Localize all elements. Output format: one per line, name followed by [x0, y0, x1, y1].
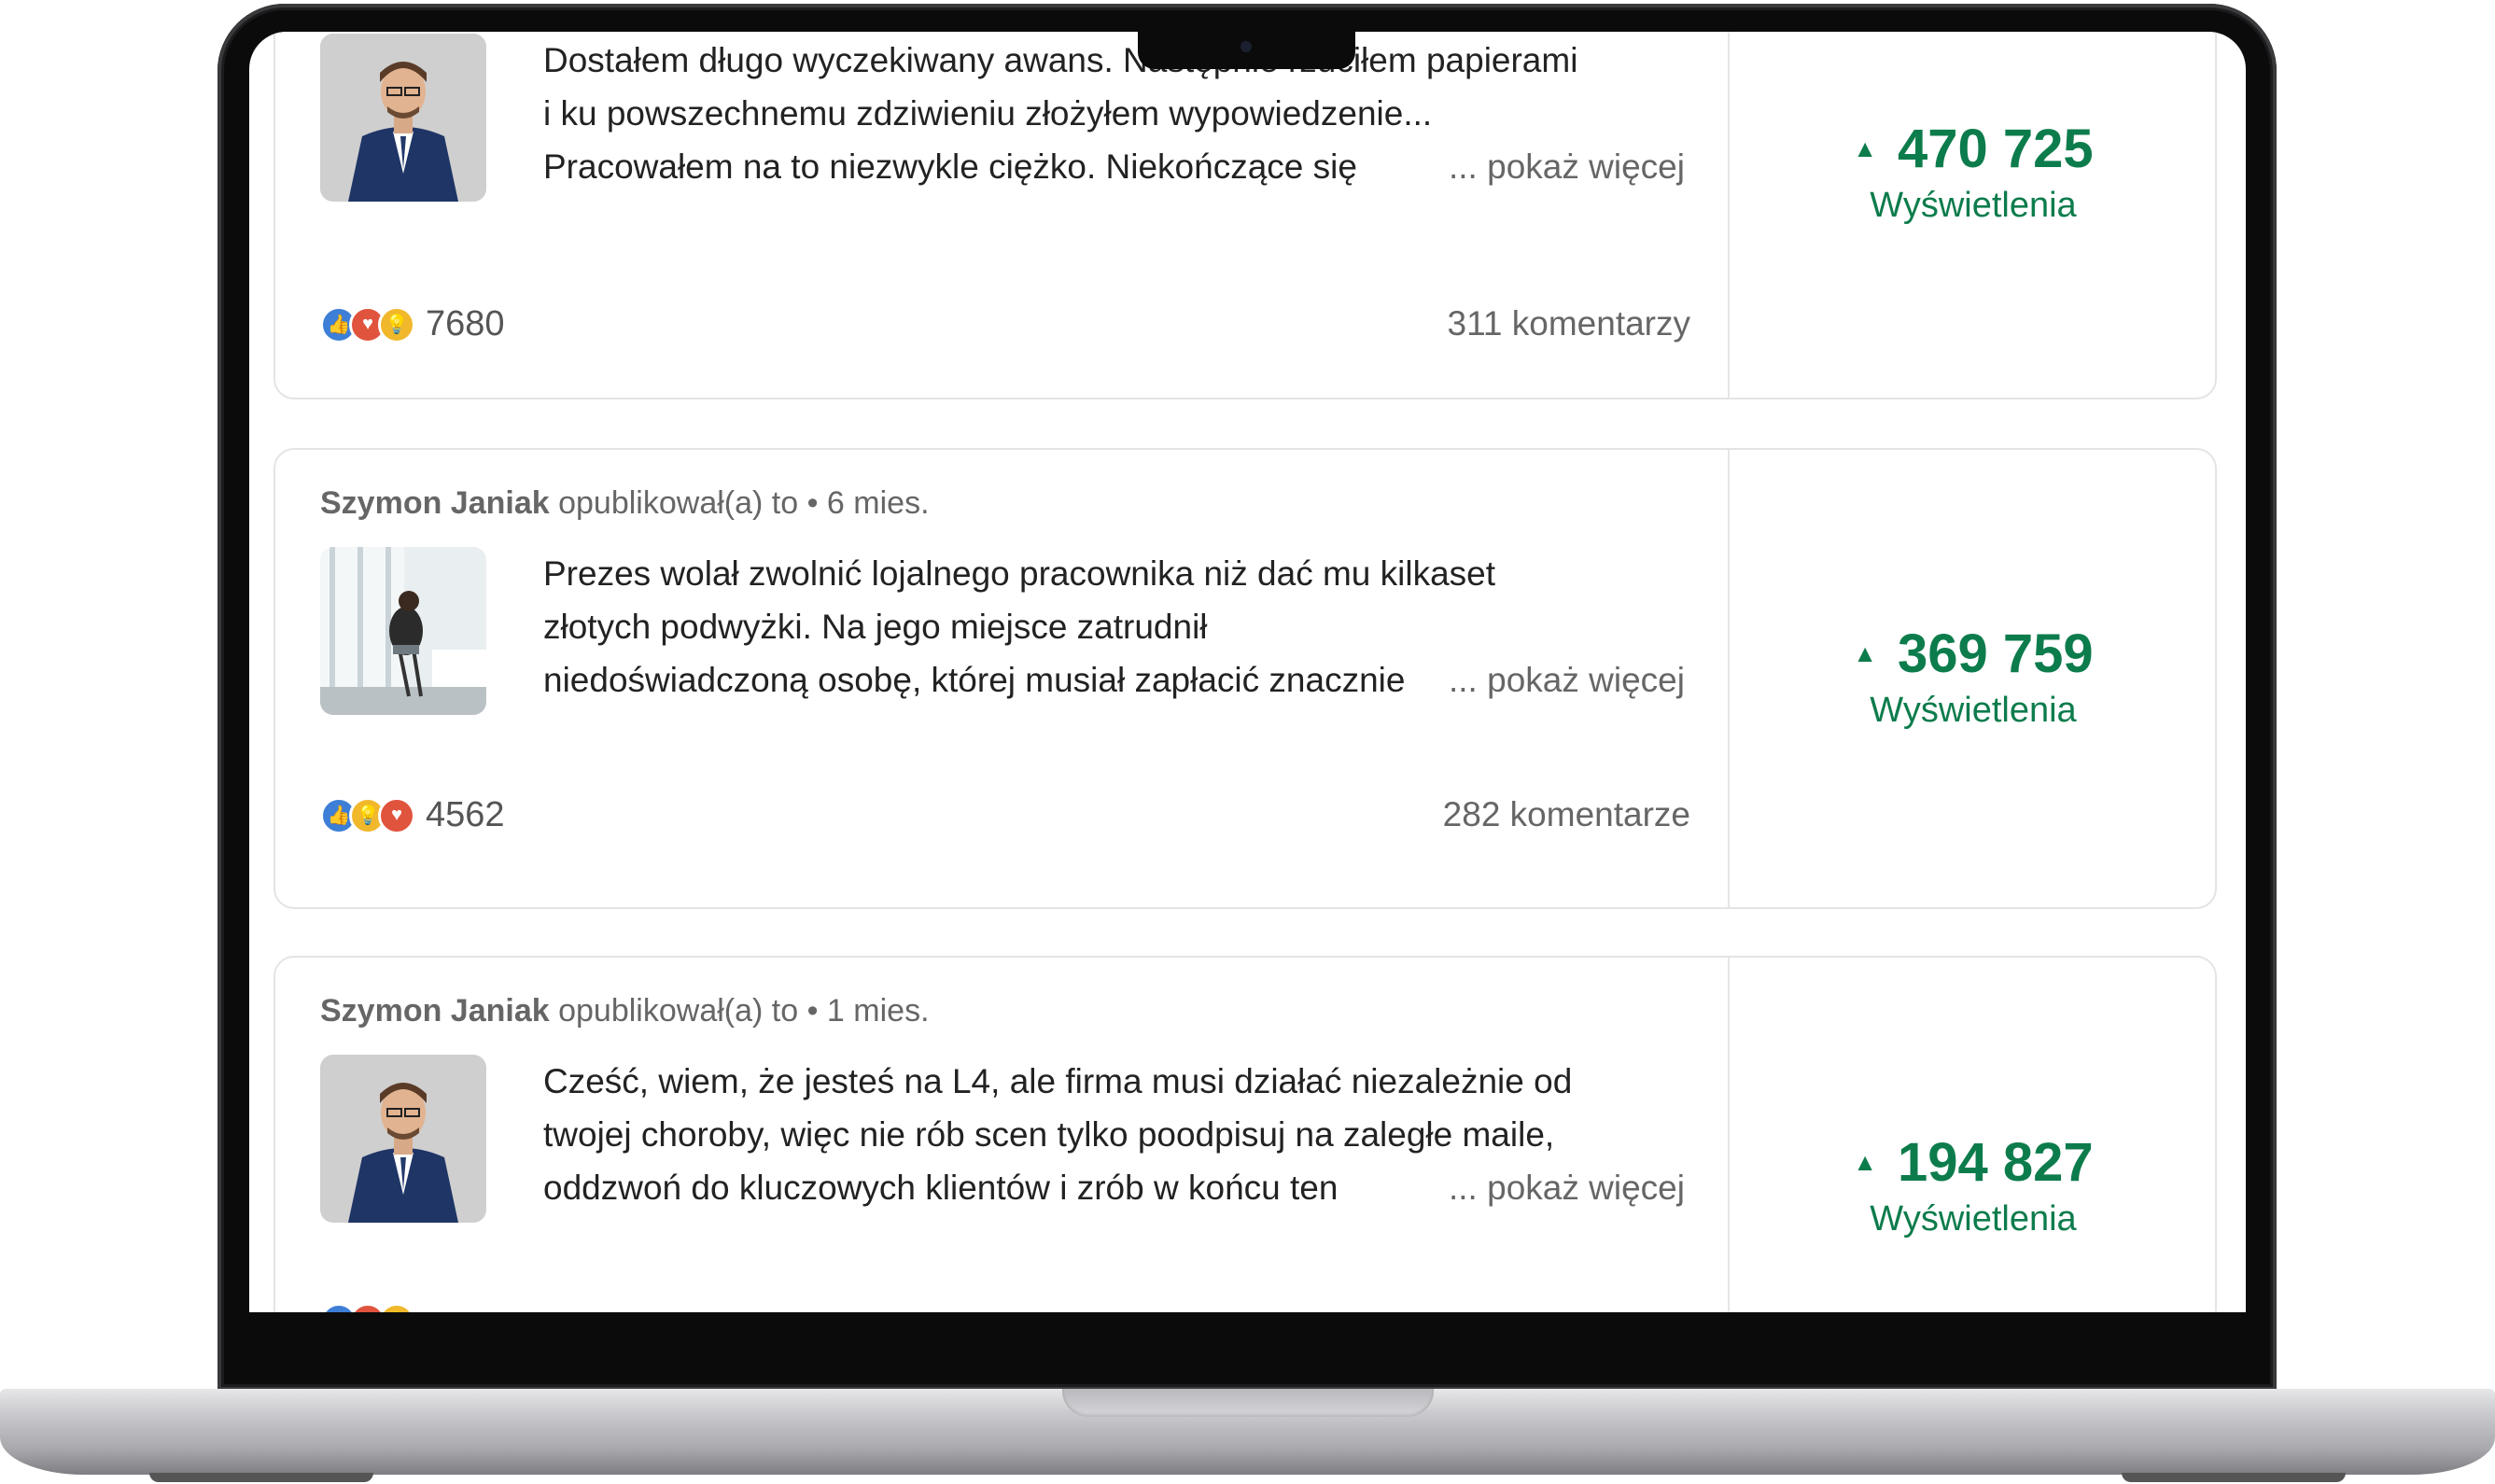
laptop-opening-groove — [1062, 1389, 1434, 1417]
woman-by-window-photo-icon — [320, 547, 486, 715]
show-more-link[interactable]: ... pokaż więcej — [1449, 653, 1685, 707]
camera-icon — [1240, 41, 1252, 52]
reaction-icons: 👍 ♥ 💡 — [320, 305, 415, 343]
views-stats: ▲ 194 827 Wyświetlenia — [1730, 1131, 2217, 1239]
laptop-screen: Dostałem długo wyczekiwany awans. Następ… — [249, 32, 2246, 1312]
post-text: Dostałem długo wyczekiwany awans. Następ… — [543, 34, 1710, 193]
post-meta-suffix: opublikował(a) to • 6 mies. — [558, 485, 930, 521]
post-text-line: niedoświadczoną osobę, której musiał zap… — [543, 661, 1406, 699]
views-stats: ▲ 470 725 Wyświetlenia — [1730, 118, 2217, 226]
post-text-line: Cześć, wiem, że jesteś na L4, ale firma … — [543, 1062, 1573, 1100]
post-meta: Szymon Janiak opublikował(a) to • 6 mies… — [320, 485, 930, 522]
post-text-line: twojej choroby, więc nie rób scen tylko … — [543, 1115, 1555, 1154]
post-text-last-line: oddzwoń do kluczowych klientów i zrób w … — [543, 1161, 1710, 1214]
author-name[interactable]: Szymon Janiak — [320, 993, 550, 1029]
views-value: 369 759 — [1898, 623, 2094, 684]
laptop-foot — [149, 1473, 373, 1482]
reaction-icons: 👍 ♥ 💡 — [320, 1303, 415, 1312]
author-name[interactable]: Szymon Janiak — [320, 485, 550, 521]
views-number: ▲ 194 827 — [1730, 1131, 2217, 1194]
views-stats: ▲ 369 759 Wyświetlenia — [1730, 623, 2217, 731]
views-label: Wyświetlenia — [1870, 691, 2077, 730]
post-thumbnail[interactable] — [320, 1055, 486, 1223]
heart-icon: ♥ — [378, 796, 415, 834]
post-card: Szymon Janiak opublikował(a) to • 1 mies… — [273, 956, 2217, 1312]
lightbulb-icon: 💡 — [378, 305, 415, 343]
reactions-summary[interactable]: 👍 💡 ♥ 4562 — [320, 795, 505, 835]
post-text-line: oddzwoń do kluczowych klientów i zrób w … — [543, 1169, 1339, 1207]
reactions-summary[interactable]: 👍 ♥ 💡 7680 — [320, 304, 505, 344]
post-text-last-line: Pracowałem na to niezwykle ciężko. Nieko… — [543, 140, 1710, 193]
post-text-line: Pracowałem na to niezwykle ciężko. Nieko… — [543, 147, 1357, 186]
trend-up-icon: ▲ — [1853, 134, 1878, 162]
reactions-summary[interactable]: 👍 ♥ 💡 — [320, 1303, 426, 1312]
post-text-line: i ku powszechnemu zdziwieniu złożyłem wy… — [543, 94, 1433, 133]
views-label: Wyświetlenia — [1870, 1199, 2077, 1239]
man-in-suit-photo-icon — [320, 34, 486, 202]
views-value: 194 827 — [1898, 1132, 2094, 1193]
post-card: Dostałem długo wyczekiwany awans. Następ… — [273, 32, 2217, 399]
show-more-link[interactable]: ... pokaż więcej — [1449, 140, 1685, 193]
screen-bottom-bezel — [249, 1312, 2246, 1337]
comments-count[interactable]: 311 komentarzy — [1448, 304, 1691, 343]
reaction-count: 7680 — [426, 304, 505, 343]
views-number: ▲ 470 725 — [1730, 118, 2217, 180]
lightbulb-icon: 💡 — [378, 1303, 415, 1312]
views-value: 470 725 — [1898, 119, 2094, 179]
trend-up-icon: ▲ — [1853, 639, 1878, 667]
post-text-last-line: niedoświadczoną osobę, której musiał zap… — [543, 653, 1710, 707]
reaction-icons: 👍 💡 ♥ — [320, 796, 415, 834]
trend-up-icon: ▲ — [1853, 1148, 1878, 1176]
post-text-line: Prezes wolał zwolnić lojalnego pracownik… — [543, 554, 1496, 593]
reaction-count: 4562 — [426, 795, 505, 834]
comments-count[interactable]: 282 komentarze — [1443, 795, 1690, 834]
man-in-suit-photo-icon — [320, 1055, 486, 1223]
show-more-link[interactable]: ... pokaż więcej — [1449, 1161, 1685, 1214]
views-label: Wyświetlenia — [1870, 186, 2077, 225]
post-text: Cześć, wiem, że jesteś na L4, ale firma … — [543, 1055, 1710, 1214]
post-text-line: złotych podwyżki. Na jego miejsce zatrud… — [543, 608, 1208, 646]
post-thumbnail[interactable] — [320, 547, 486, 715]
laptop-foot — [2122, 1473, 2346, 1482]
post-meta: Szymon Janiak opublikował(a) to • 1 mies… — [320, 993, 930, 1029]
post-text-line: Dostałem długo wyczekiwany awans. Następ… — [543, 41, 1578, 79]
views-number: ▲ 369 759 — [1730, 623, 2217, 685]
post-text: Prezes wolał zwolnić lojalnego pracownik… — [543, 547, 1710, 707]
post-thumbnail[interactable] — [320, 34, 486, 202]
post-card: Szymon Janiak opublikował(a) to • 6 mies… — [273, 448, 2217, 909]
post-meta-suffix: opublikował(a) to • 1 mies. — [558, 993, 930, 1029]
